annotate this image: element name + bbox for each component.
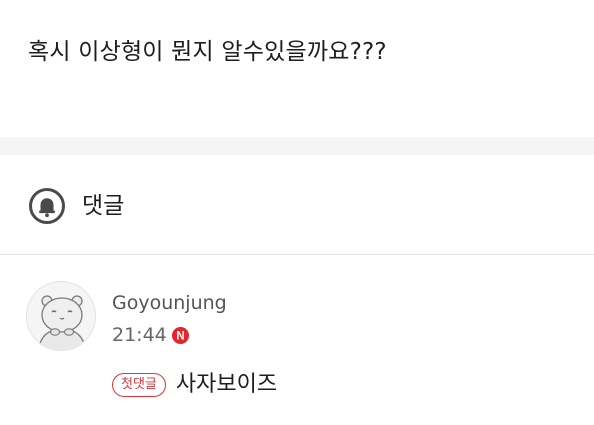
- comments-header-divider: [0, 254, 594, 255]
- comments-header: 댓글: [28, 186, 124, 226]
- section-divider: [0, 137, 594, 155]
- comments-title: 댓글: [82, 193, 125, 219]
- comment-author-name[interactable]: Goyounjung: [112, 290, 227, 316]
- comment-text: 사자보이즈: [175, 372, 278, 397]
- new-badge-icon: N: [171, 326, 189, 344]
- first-comment-badge: 첫댓글: [112, 373, 166, 397]
- bell-icon[interactable]: [28, 187, 66, 225]
- new-badge-letter: N: [176, 330, 184, 342]
- post-body-text: 혹시 이상형이 뭔지 알수있을까요???: [28, 39, 387, 65]
- avatar[interactable]: [26, 281, 96, 351]
- comment-timestamp: 21:44: [112, 324, 167, 346]
- comment-content-row: 첫댓글 사자보이즈: [112, 369, 277, 401]
- comment-meta: 21:44 N: [112, 321, 189, 349]
